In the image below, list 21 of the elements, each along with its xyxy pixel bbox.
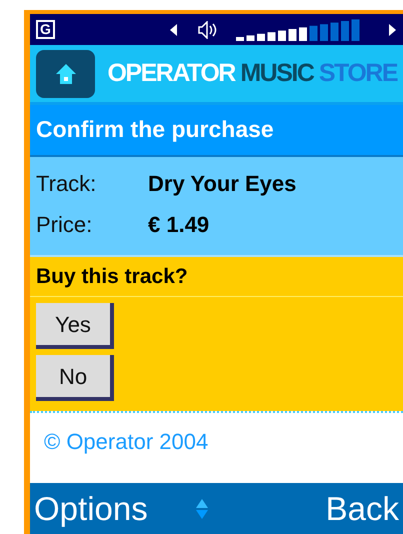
scroll-indicator-icon [196, 498, 208, 518]
question-text: Buy this track? [30, 260, 403, 297]
logo-word: MUSIC [240, 58, 314, 87]
options-softkey[interactable]: Options [34, 484, 148, 534]
logo-word: STORE [318, 58, 397, 87]
right-arrow-icon [389, 24, 397, 36]
back-softkey[interactable]: Back [326, 484, 399, 534]
answer-button[interactable]: No [36, 355, 114, 401]
answer-button[interactable]: Yes [36, 303, 114, 349]
field-label: Track: [36, 170, 98, 198]
speaker-icon [198, 20, 218, 38]
home-button[interactable] [36, 50, 96, 98]
field-value: € 1.49 [148, 210, 210, 238]
copyright-text: © Operator 2004 [44, 429, 208, 454]
field-value: Dry Your Eyes [148, 170, 296, 198]
page-title: Confirm the purchase [30, 105, 403, 156]
network-indicator: G [36, 20, 55, 39]
field-label: Price: [36, 210, 94, 238]
logo-word: OPERATOR [107, 58, 235, 87]
left-arrow-icon [170, 24, 178, 36]
home-icon [54, 62, 77, 84]
